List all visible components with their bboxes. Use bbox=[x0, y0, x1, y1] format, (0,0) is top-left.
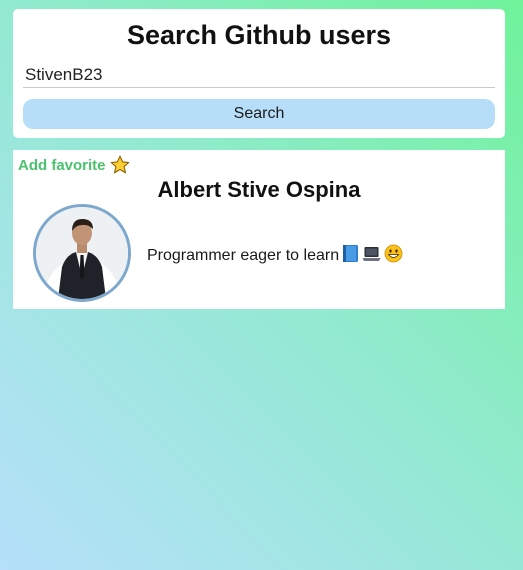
profile-name: Albert Stive Ospina bbox=[157, 177, 361, 202]
avatar bbox=[33, 204, 131, 302]
grinning-face-icon bbox=[384, 244, 403, 268]
search-card: Search Github users Search bbox=[13, 9, 505, 138]
search-input[interactable] bbox=[23, 62, 495, 88]
book-icon bbox=[342, 244, 359, 268]
add-favorite-label: Add favorite bbox=[18, 156, 106, 174]
laptop-icon bbox=[362, 246, 381, 267]
add-favorite-button[interactable]: Add favorite bbox=[18, 155, 130, 175]
star-icon bbox=[110, 155, 130, 175]
search-button[interactable]: Search bbox=[23, 99, 495, 129]
bio-text: Programmer eager to learn bbox=[147, 247, 340, 264]
profile-card: Add favorite Albert Stive Ospina Program… bbox=[13, 150, 505, 309]
profile-bio: Programmer eager to learn bbox=[147, 244, 403, 268]
page-title: Search Github users bbox=[126, 20, 392, 50]
